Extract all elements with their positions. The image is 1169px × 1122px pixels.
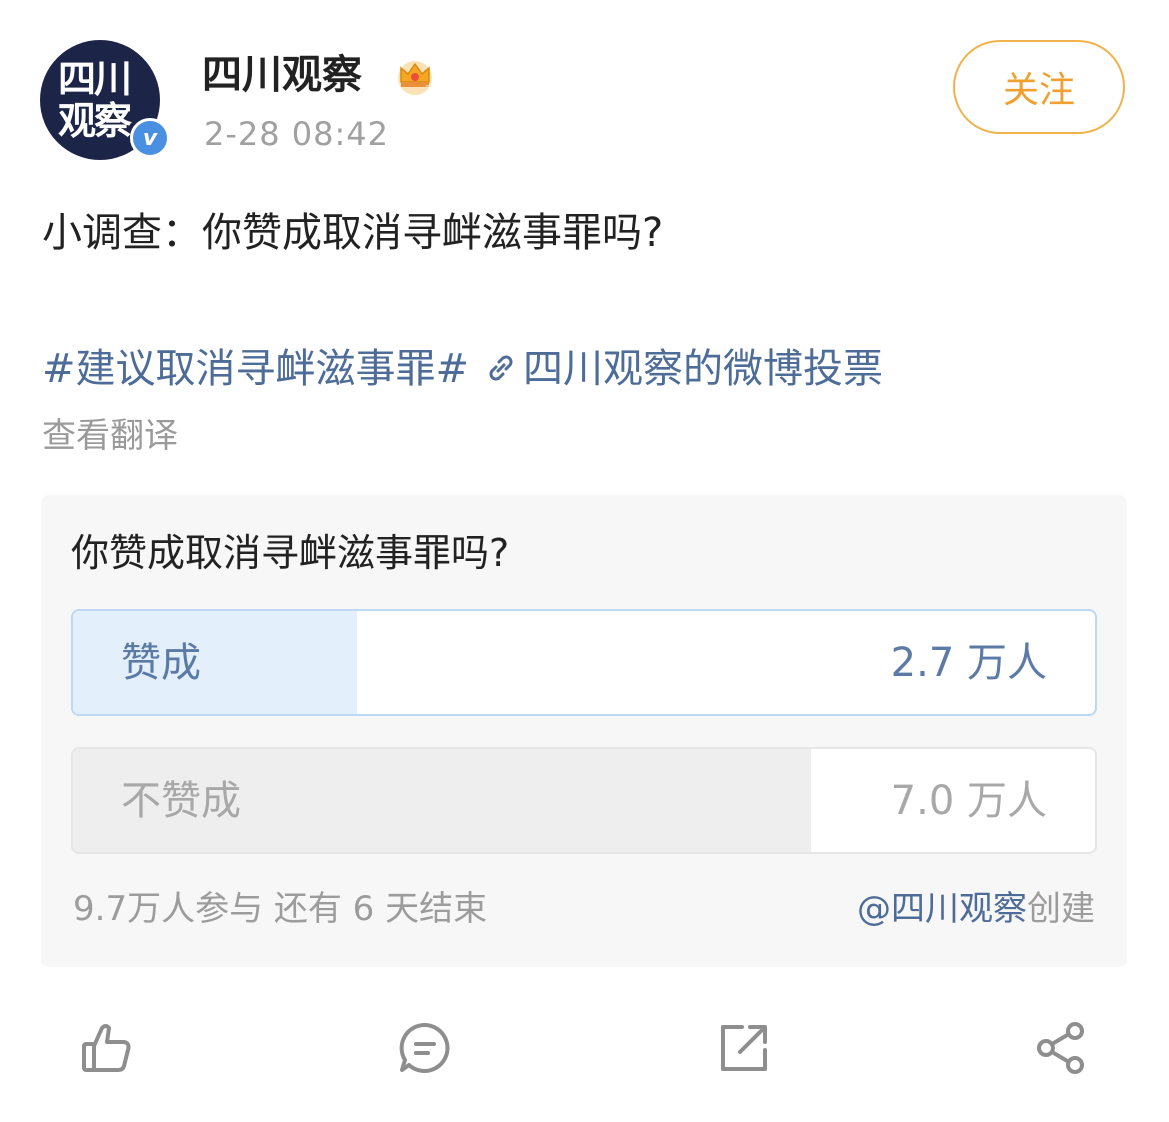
poll-created-label: 创建 [1027,889,1095,929]
poll-option-label: 赞成 [121,640,201,686]
poll-option-disagree[interactable]: 不赞成 7.0 万人 [71,747,1097,854]
poll-option-agree-fill [73,611,358,714]
repost-icon[interactable] [714,1018,774,1078]
link-icon [489,355,513,381]
share-icon[interactable] [1031,1018,1091,1078]
poll-option-count: 2.7 万人 [890,640,1047,686]
poll-option-count: 7.0 万人 [890,778,1047,824]
account-name[interactable]: 四川观察 [202,50,362,100]
poll-summary: 9.7万人参与 还有 6 天结束 [73,889,488,929]
verified-badge-icon: v [130,118,170,158]
poll-creator-link[interactable]: @四川观察 [857,889,1027,929]
thumbs-up-icon[interactable] [76,1018,136,1078]
action-bar [0,1010,1169,1090]
poll-option-label: 不赞成 [121,778,241,824]
poll-question: 你赞成取消寻衅滋事罪吗? [71,531,510,575]
poll-link[interactable]: 四川观察的微博投票 [523,346,883,392]
follow-button[interactable]: 关注 [953,40,1125,134]
post-text: 小调查：你赞成取消寻衅滋事罪吗? [42,210,664,256]
comment-icon[interactable] [395,1018,455,1078]
poll-creator: @四川观察创建 [857,887,1095,931]
post-time: 2-28 08:42 [204,115,390,153]
topic-link[interactable]: #建议取消寻衅滋事罪# [42,346,469,392]
translate-link[interactable]: 查看翻译 [42,414,178,458]
svg-text:7: 7 [425,85,431,95]
topic-line: #建议取消寻衅滋事罪# 四川观察的微博投票 [42,342,883,396]
post-header: 四川 观察 v 四川观察 7 2-28 08:42 关注 [40,40,1130,160]
poll-option-agree[interactable]: 赞成 2.7 万人 [71,609,1097,716]
crown-icon: 7 [398,61,432,95]
poll-card: 你赞成取消寻衅滋事罪吗? 赞成 2.7 万人 不赞成 7.0 万人 9.7万人参… [41,495,1127,967]
